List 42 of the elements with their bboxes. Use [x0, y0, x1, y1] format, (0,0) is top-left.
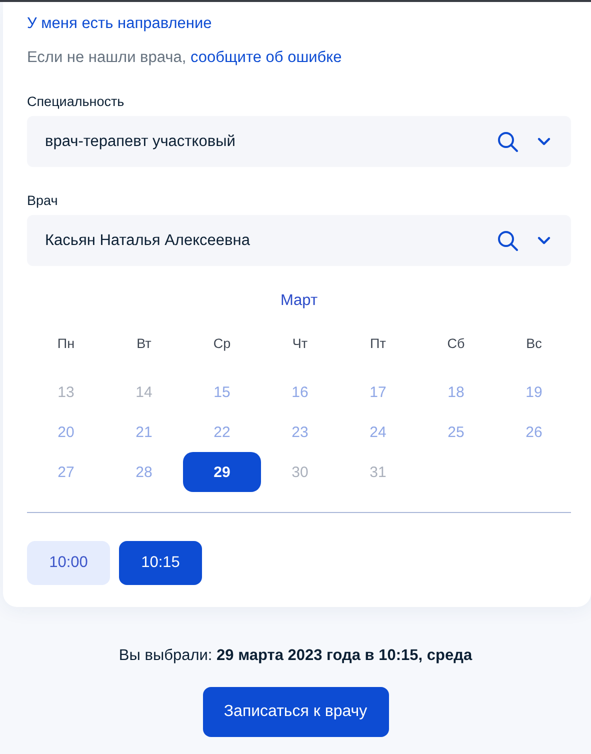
calendar-day[interactable]: 28 — [105, 452, 183, 492]
book-appointment-button[interactable]: Записаться к врачу — [202, 687, 388, 737]
calendar-day[interactable]: 15 — [183, 372, 261, 412]
weekday-label: Чт — [292, 335, 308, 353]
weekday-label: Вс — [526, 335, 542, 353]
report-error-link[interactable]: сообщите об ошибке — [190, 49, 342, 66]
calendar-day[interactable]: 21 — [105, 412, 183, 452]
weekday-label: Вт — [136, 335, 152, 353]
calendar-day[interactable]: 19 — [495, 372, 573, 412]
selection-summary: Вы выбрали: 29 марта 2023 года в 10:15, среда — [118, 647, 472, 665]
calendar-day[interactable]: 25 — [417, 412, 495, 452]
calendar-day[interactable]: 27 — [27, 452, 105, 492]
time-slot[interactable]: 10:15 — [119, 541, 202, 585]
time-slot[interactable]: 10:00 — [27, 541, 110, 585]
report-note: Если не нашли врача, сообщите об ошибке — [27, 48, 342, 68]
calendar-day[interactable]: 17 — [339, 372, 417, 412]
weekday-label: Пн — [57, 335, 75, 353]
calendar-day[interactable]: 16 — [261, 372, 339, 412]
weekday-label: Сб — [447, 335, 465, 353]
calendar-day[interactable]: 13 — [27, 372, 105, 412]
referral-link[interactable]: У меня есть направление — [27, 14, 212, 34]
calendar-day[interactable]: 18 — [417, 372, 495, 412]
weekday-label: Ср — [213, 335, 231, 353]
weekday-label: Пт — [370, 335, 386, 353]
calendar-day[interactable]: 29 — [183, 452, 261, 492]
calendar-day[interactable]: 23 — [261, 412, 339, 452]
calendar-day[interactable]: 26 — [495, 412, 573, 452]
calendar-day[interactable]: 22 — [183, 412, 261, 452]
search-icon[interactable] — [497, 230, 519, 252]
calendar-day[interactable]: 24 — [339, 412, 417, 452]
select-field[interactable]: врач-терапевт участковый — [27, 116, 571, 167]
chevron-down-icon[interactable] — [537, 137, 551, 146]
month-title: Март — [280, 292, 318, 310]
calendar-day[interactable]: 30 — [261, 452, 339, 492]
field-label: Врач — [27, 193, 58, 208]
chevron-down-icon[interactable] — [537, 236, 551, 245]
calendar-day[interactable]: 31 — [339, 452, 417, 492]
calendar-day[interactable]: 14 — [105, 372, 183, 412]
field-label: Специальность — [27, 94, 124, 109]
select-field[interactable]: Касьян Наталья Алексеевна — [27, 215, 571, 266]
calendar-day[interactable]: 20 — [27, 412, 105, 452]
search-icon[interactable] — [497, 130, 519, 152]
